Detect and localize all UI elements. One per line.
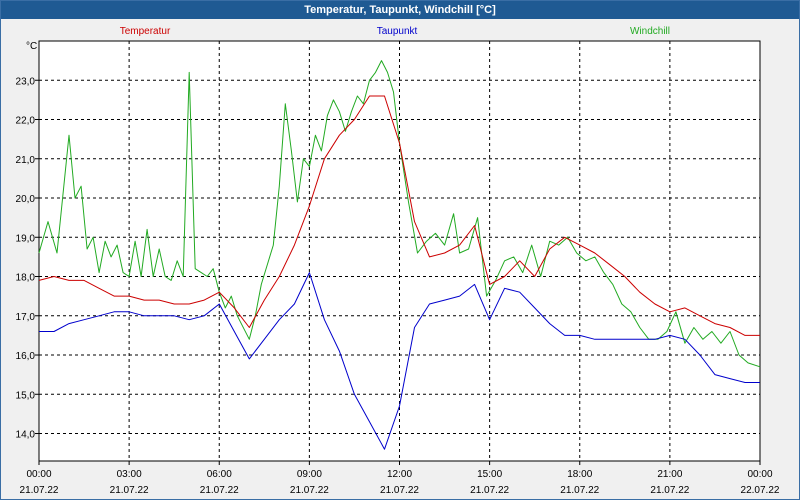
- x-tick-time: 12:00: [387, 469, 412, 480]
- x-tick-time: 06:00: [207, 469, 232, 480]
- x-tick-date: 21.07.22: [650, 485, 689, 496]
- x-tick-date: 21.07.22: [470, 485, 509, 496]
- y-tick-label: 18,0: [16, 273, 36, 284]
- legend: Temperatur Taupunkt Windchill: [120, 26, 670, 37]
- x-tick-date: 21.07.22: [20, 485, 59, 496]
- y-axis: 14,0 15,0 16,0 17,0 18,0 19,0 20,0 21,0 22,0 23,0: [16, 76, 39, 441]
- x-axis: 00:00 21.07.22 03:00 21.07.22 06:00 21.07.22 0…: [20, 461, 780, 496]
- y-tick-label: 17,0: [16, 312, 36, 323]
- line-chart: 14,0 15,0 16,0 17,0 18,0 19,0 20,0 21,0 22,0 23,0…: [16, 26, 780, 496]
- legend-entry-taupunkt: Taupunkt: [377, 26, 418, 37]
- x-tick-time: 00:00: [26, 469, 51, 480]
- x-tick-time: 21:00: [657, 469, 682, 480]
- y-tick-label: 22,0: [16, 116, 36, 127]
- x-tick-date: 21.07.22: [200, 485, 239, 496]
- y-tick-label: 16,0: [16, 351, 36, 362]
- x-tick-time: 18:00: [567, 469, 592, 480]
- x-tick-time: 03:00: [117, 469, 142, 480]
- legend-entry-temperatur: Temperatur: [120, 26, 171, 37]
- y-tick-label: 21,0: [16, 155, 36, 166]
- x-tick-time: 00:00: [747, 469, 772, 480]
- y-tick-label: 19,0: [16, 233, 36, 244]
- x-tick-date: 21.07.22: [110, 485, 149, 496]
- y-tick-label: 20,0: [16, 194, 36, 205]
- y-axis-unit: °C: [26, 41, 37, 52]
- y-tick-label: 14,0: [16, 430, 36, 441]
- x-tick-date: 22.07.22: [741, 485, 780, 496]
- y-tick-label: 23,0: [16, 76, 36, 87]
- x-tick-time: 09:00: [297, 469, 322, 480]
- x-tick-date: 21.07.22: [380, 485, 419, 496]
- x-tick-date: 21.07.22: [560, 485, 599, 496]
- legend-entry-windchill: Windchill: [630, 26, 670, 37]
- y-tick-label: 15,0: [16, 390, 36, 401]
- x-tick-time: 15:00: [477, 469, 502, 480]
- x-tick-date: 21.07.22: [290, 485, 329, 496]
